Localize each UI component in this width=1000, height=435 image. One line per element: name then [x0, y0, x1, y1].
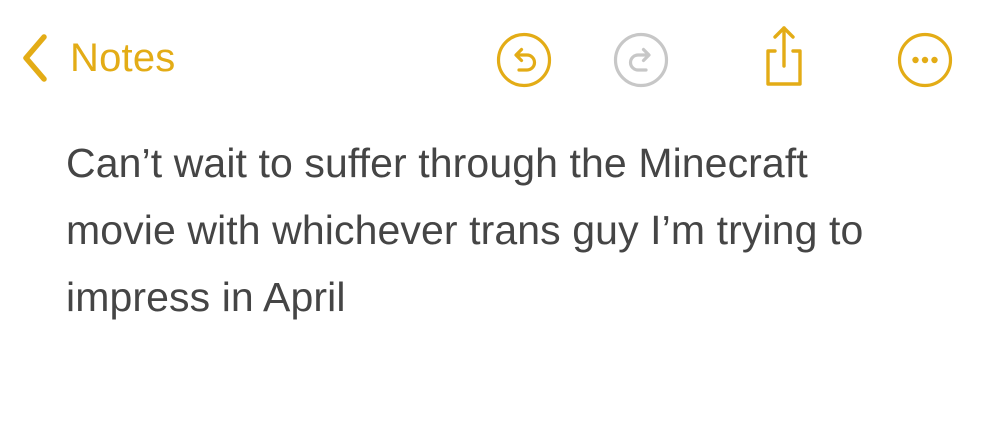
- note-text-line: impress in April: [66, 274, 346, 320]
- back-button[interactable]: Notes: [20, 28, 176, 88]
- back-button-label: Notes: [70, 35, 176, 80]
- more-icon: [897, 32, 953, 88]
- note-text-line: Can’t wait to suffer through the Minecra…: [66, 140, 808, 186]
- undo-icon: [496, 32, 552, 88]
- share-button[interactable]: [756, 24, 812, 88]
- share-icon: [756, 24, 812, 88]
- chevron-left-icon: [20, 33, 50, 83]
- redo-button[interactable]: [613, 32, 669, 88]
- undo-button[interactable]: [496, 32, 552, 88]
- note-body[interactable]: Can’t wait to suffer through the Minecra…: [66, 130, 966, 331]
- redo-icon: [613, 32, 669, 88]
- navigation-toolbar: Notes: [0, 0, 1000, 120]
- note-text-line: movie with whichever trans guy I’m tryin…: [66, 207, 864, 253]
- more-options-button[interactable]: [897, 32, 953, 88]
